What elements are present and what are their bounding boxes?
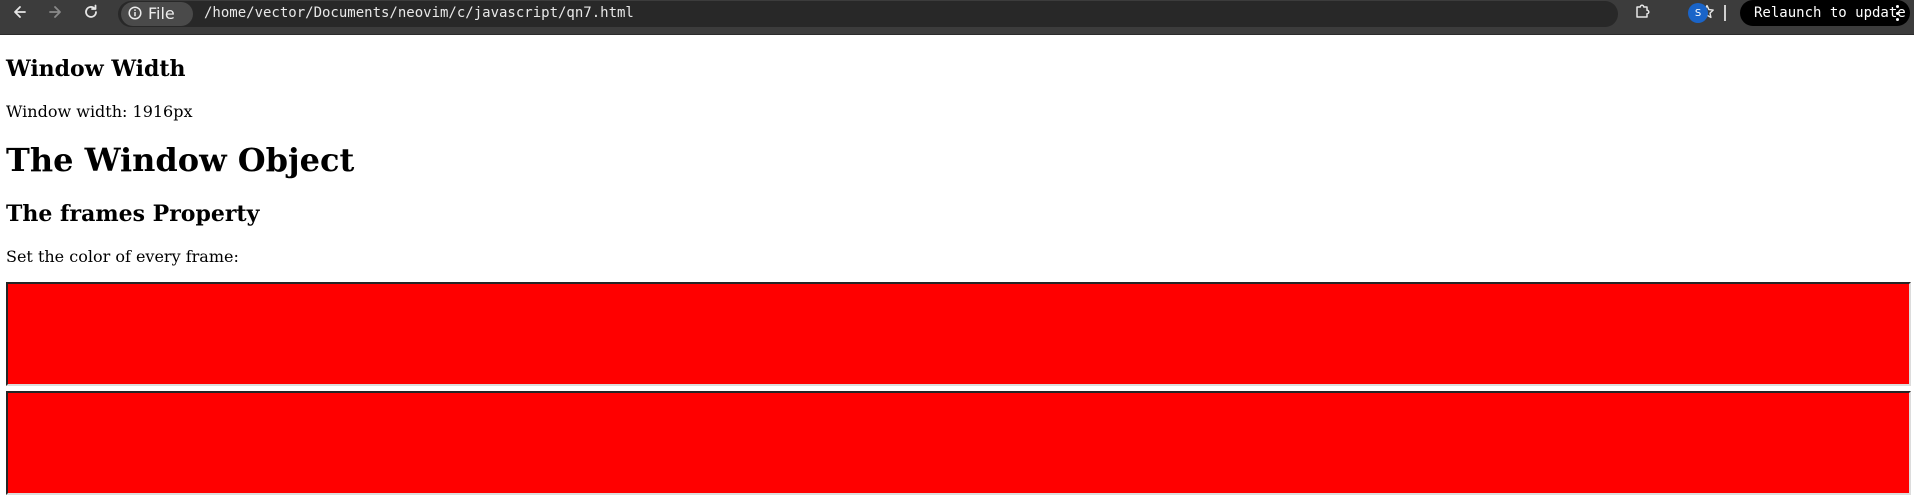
- window-width-text: Window width: 1916px: [6, 102, 193, 121]
- extensions-button[interactable]: [1632, 2, 1654, 24]
- arrow-right-icon: [47, 4, 63, 20]
- iframe-frame[interactable]: [6, 282, 1911, 386]
- address-bar[interactable]: File /home/vector/Documents/neovim/c/jav…: [118, 1, 1714, 27]
- toolbar-divider: [1724, 5, 1726, 21]
- reload-button[interactable]: [76, 0, 106, 24]
- url-text[interactable]: /home/vector/Documents/neovim/c/javascri…: [204, 1, 634, 27]
- more-vert-icon: [1894, 4, 1900, 22]
- info-icon: [128, 5, 142, 24]
- page-title: The Window Object: [6, 141, 355, 179]
- reload-icon: [83, 4, 99, 20]
- frames-instructions: Set the color of every frame:: [6, 247, 239, 266]
- arrow-left-icon: [12, 4, 28, 20]
- site-info-chip[interactable]: File: [121, 2, 193, 26]
- site-info-label: File: [148, 4, 175, 23]
- back-button[interactable]: [5, 0, 35, 24]
- relaunch-label: Relaunch to update: [1754, 5, 1906, 21]
- forward-button[interactable]: [40, 0, 70, 24]
- frames-heading: The frames Property: [6, 201, 260, 227]
- relaunch-button[interactable]: Relaunch to update: [1740, 0, 1910, 26]
- browser-toolbar: File /home/vector/Documents/neovim/c/jav…: [0, 0, 1914, 35]
- window-width-heading: Window Width: [6, 56, 186, 82]
- puzzle-icon: [1634, 2, 1652, 24]
- profile-avatar[interactable]: S: [1688, 3, 1708, 23]
- iframe-frame[interactable]: [6, 391, 1911, 495]
